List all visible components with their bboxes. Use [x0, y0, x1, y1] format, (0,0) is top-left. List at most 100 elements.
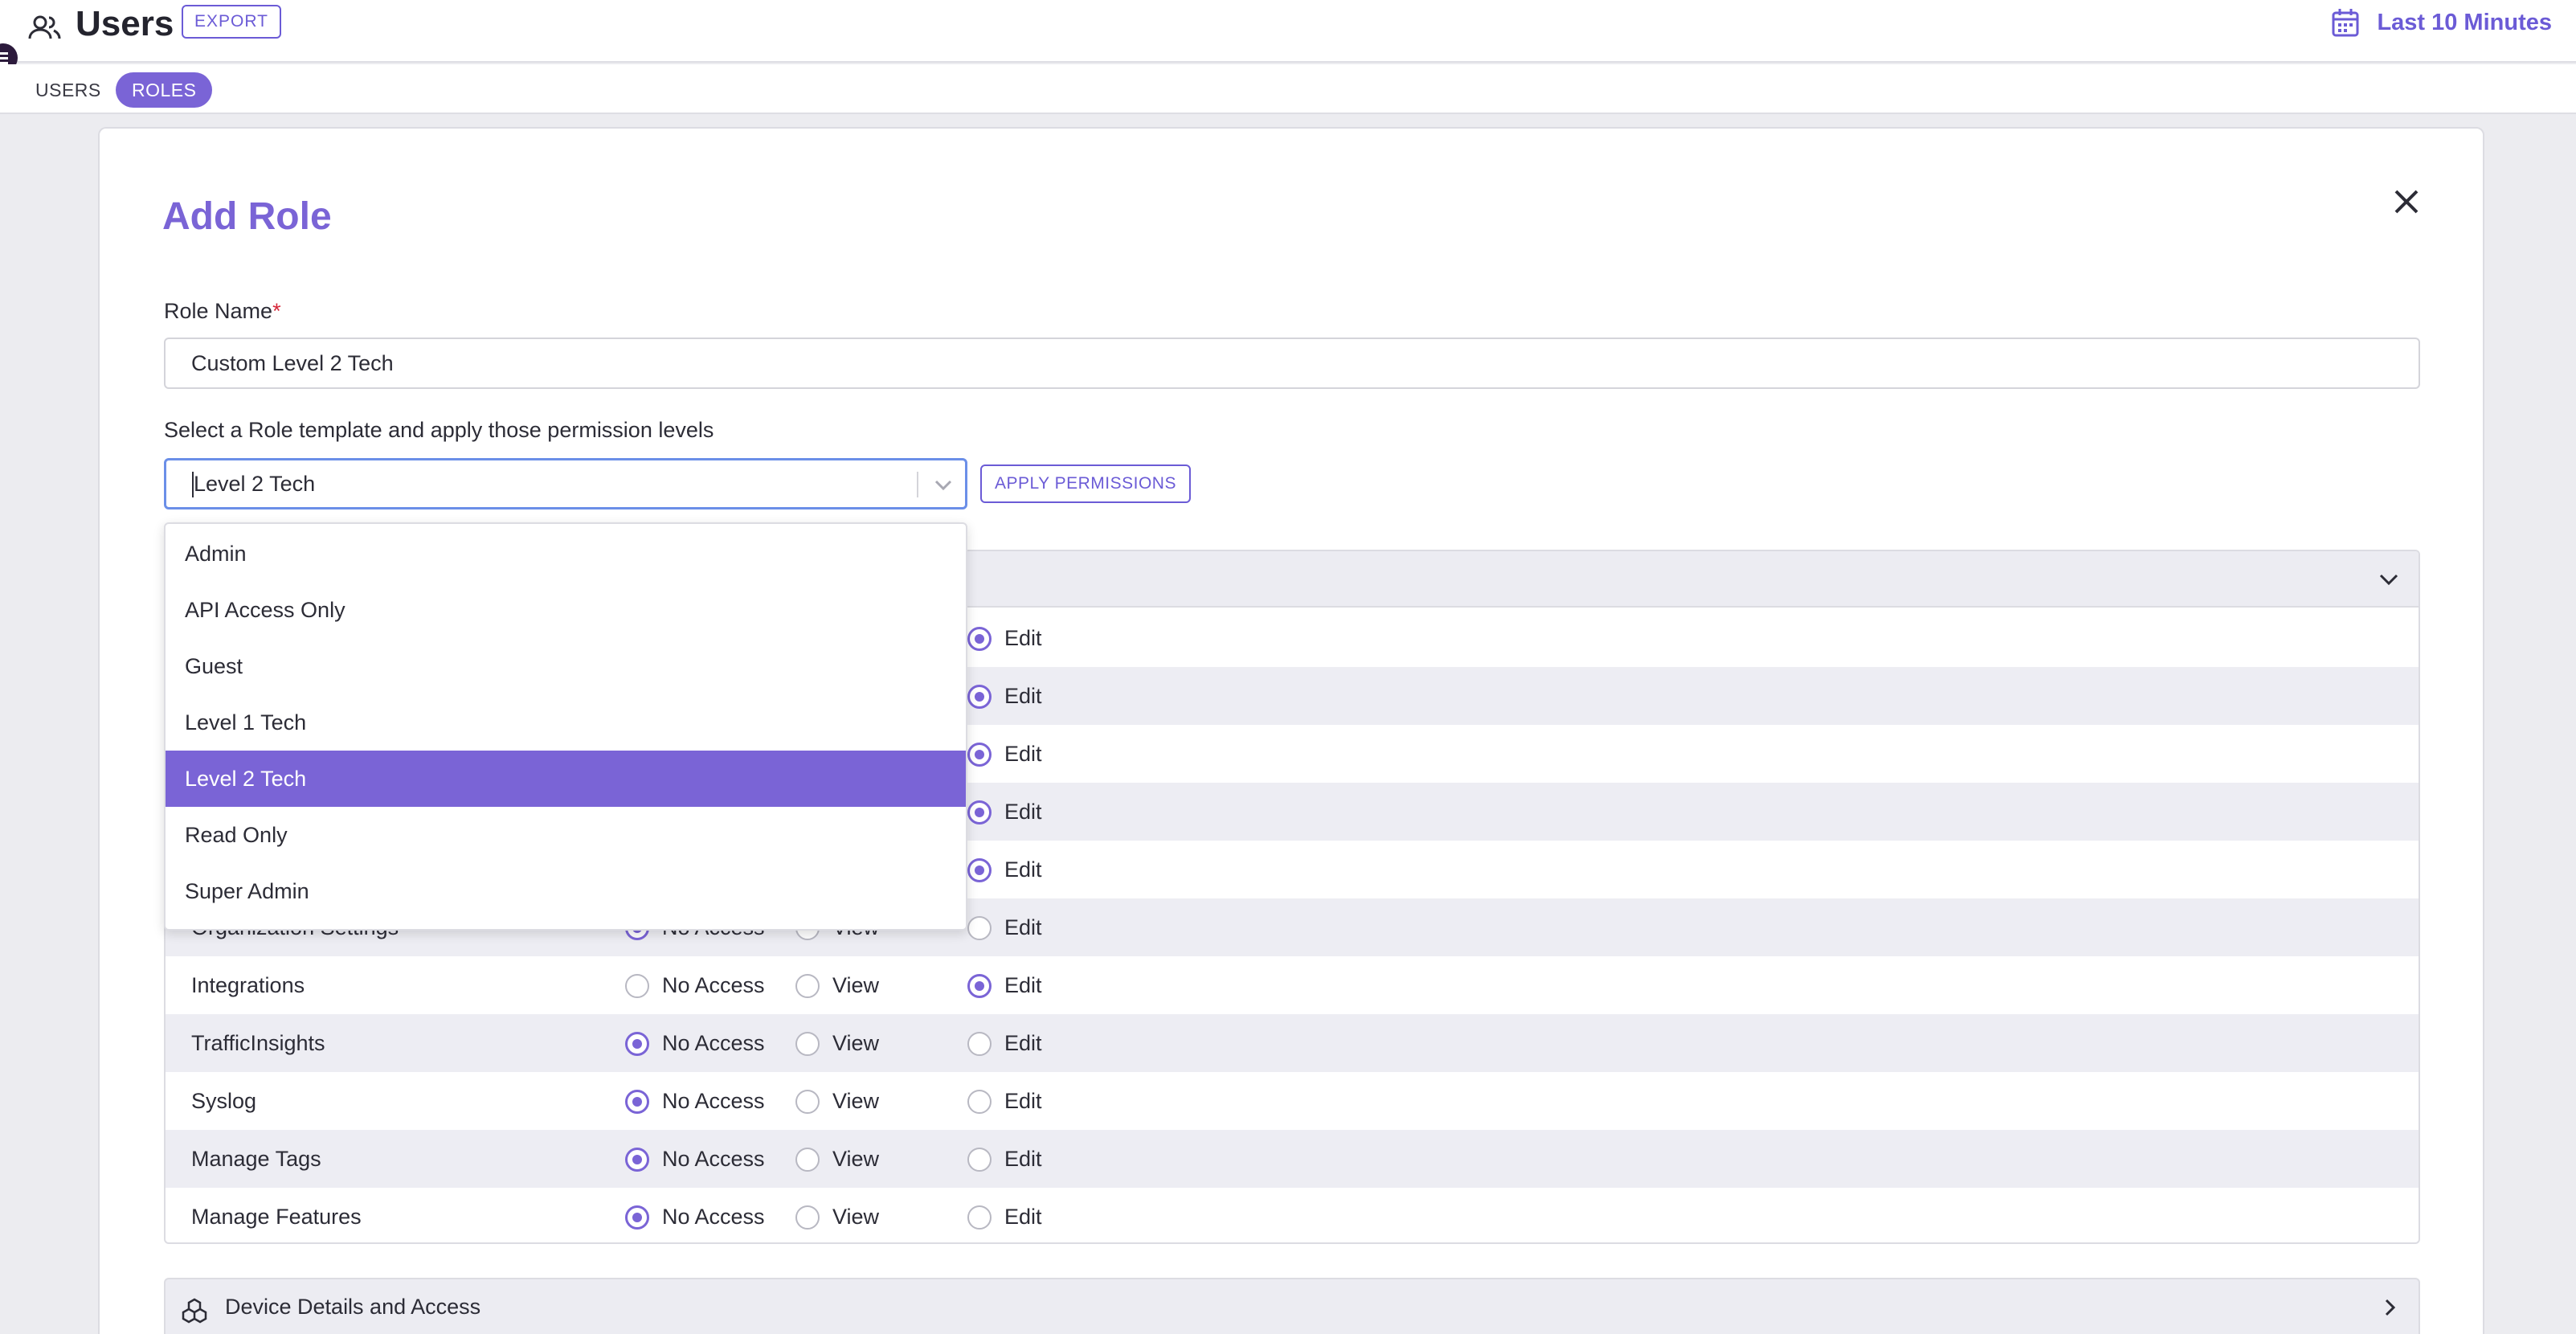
- permission-option-view[interactable]: View: [795, 1031, 879, 1056]
- radio-button[interactable]: [625, 1031, 649, 1056]
- radio-label: Edit: [1004, 973, 1042, 997]
- permission-option-view[interactable]: View: [795, 1089, 879, 1114]
- users-icon: [28, 15, 61, 39]
- radio-button[interactable]: [795, 1147, 820, 1172]
- radio-button[interactable]: [967, 626, 992, 651]
- dropdown-option[interactable]: Admin: [166, 526, 966, 582]
- radio-button[interactable]: [967, 684, 992, 709]
- time-range-label: Last 10 Minutes: [2377, 9, 2552, 35]
- radio-button[interactable]: [967, 857, 992, 882]
- radio-label: No Access: [662, 1089, 765, 1113]
- permission-option-edit[interactable]: Edit: [967, 1089, 1042, 1114]
- radio-button[interactable]: [967, 1031, 992, 1056]
- modal-title: Add Role: [162, 195, 332, 238]
- radio-label: View: [832, 1089, 880, 1113]
- dropdown-option[interactable]: Read Only: [166, 807, 966, 863]
- dropdown-option[interactable]: Level 2 Tech: [166, 751, 966, 807]
- radio-label: No Access: [662, 1147, 765, 1171]
- tab-users[interactable]: USERS: [19, 72, 117, 108]
- apply-permissions-button[interactable]: APPLY PERMISSIONS: [980, 464, 1191, 503]
- time-range-picker[interactable]: Last 10 Minutes: [2332, 5, 2552, 40]
- dropdown-option[interactable]: Super Admin: [166, 863, 966, 919]
- dropdown-option[interactable]: Level 1 Tech: [166, 694, 966, 751]
- permission-option-edit[interactable]: Edit: [967, 915, 1042, 940]
- permission-option-no-access[interactable]: No Access: [625, 1031, 765, 1056]
- radio-button[interactable]: [795, 1089, 820, 1114]
- dropdown-option[interactable]: Guest: [166, 638, 966, 694]
- permission-row: Syslog No Access View Edit: [166, 1072, 2419, 1130]
- radio-label: View: [832, 1205, 880, 1229]
- template-label: Select a Role template and apply those p…: [164, 418, 714, 442]
- radio-label: Edit: [1004, 1089, 1042, 1113]
- export-button[interactable]: EXPORT: [182, 5, 281, 39]
- role-template-dropdown: Admin API Access Only Guest Level 1 Tech Lev…: [164, 522, 967, 931]
- radio-button[interactable]: [625, 1205, 649, 1230]
- dropdown-option[interactable]: API Access Only: [166, 582, 966, 638]
- role-template-select[interactable]: Level 2 Tech: [164, 458, 967, 509]
- permission-option-no-access[interactable]: No Access: [625, 1147, 765, 1172]
- permission-option-edit[interactable]: Edit: [967, 742, 1042, 767]
- radio-label: Edit: [1004, 857, 1042, 882]
- permission-option-view[interactable]: View: [795, 973, 879, 998]
- permission-name: Syslog: [191, 1089, 257, 1113]
- permission-option-no-access[interactable]: No Access: [625, 973, 765, 998]
- permission-row: Manage Features No Access View Edit: [166, 1188, 2419, 1242]
- radio-button[interactable]: [967, 1089, 992, 1114]
- chevron-right-icon: [2385, 1299, 2396, 1316]
- radio-button[interactable]: [625, 973, 649, 998]
- permission-option-edit[interactable]: Edit: [967, 1031, 1042, 1056]
- radio-label: No Access: [662, 1031, 765, 1055]
- device-details-section[interactable]: Device Details and Access: [164, 1278, 2420, 1334]
- radio-label: View: [832, 1031, 880, 1055]
- permission-option-edit[interactable]: Edit: [967, 1205, 1042, 1230]
- permission-name: TrafficInsights: [191, 1031, 325, 1055]
- radio-label: Edit: [1004, 1205, 1042, 1229]
- radio-button[interactable]: [967, 800, 992, 825]
- radio-button[interactable]: [967, 742, 992, 767]
- permission-option-no-access[interactable]: No Access: [625, 1205, 765, 1230]
- permission-option-view[interactable]: View: [795, 1205, 879, 1230]
- role-template-value: Level 2 Tech: [194, 472, 316, 496]
- chevron-down-icon[interactable]: [931, 475, 955, 494]
- radio-label: View: [832, 973, 880, 997]
- device-details-title: Device Details and Access: [225, 1295, 481, 1319]
- radio-label: Edit: [1004, 800, 1042, 824]
- radio-button[interactable]: [795, 973, 820, 998]
- radio-button[interactable]: [967, 1147, 992, 1172]
- permission-option-edit[interactable]: Edit: [967, 800, 1042, 825]
- permission-option-edit[interactable]: Edit: [967, 684, 1042, 709]
- close-icon[interactable]: [2388, 183, 2425, 220]
- radio-label: No Access: [662, 1205, 765, 1229]
- permission-option-edit[interactable]: Edit: [967, 1147, 1042, 1172]
- devices-icon: [182, 1298, 207, 1324]
- page-header: Users EXPORT Last 10 Minutes: [0, 0, 2576, 63]
- radio-label: Edit: [1004, 742, 1042, 766]
- permission-option-view[interactable]: View: [795, 1147, 879, 1172]
- page-title: Users: [76, 4, 174, 43]
- radio-button[interactable]: [967, 1205, 992, 1230]
- select-divider: [917, 472, 918, 497]
- permission-name: Manage Tags: [191, 1147, 321, 1171]
- radio-label: View: [832, 1147, 880, 1171]
- permission-option-edit[interactable]: Edit: [967, 973, 1042, 998]
- radio-button[interactable]: [795, 1205, 820, 1230]
- radio-label: Edit: [1004, 1031, 1042, 1055]
- radio-button[interactable]: [795, 1031, 820, 1056]
- radio-button[interactable]: [625, 1089, 649, 1114]
- permission-option-edit[interactable]: Edit: [967, 626, 1042, 651]
- tab-bar: USERS ROLES: [0, 64, 2576, 114]
- radio-label: Edit: [1004, 684, 1042, 708]
- role-name-input[interactable]: [164, 338, 2420, 389]
- radio-label: Edit: [1004, 626, 1042, 650]
- radio-button[interactable]: [967, 915, 992, 940]
- radio-button[interactable]: [625, 1147, 649, 1172]
- permission-name: Integrations: [191, 973, 305, 997]
- permission-option-no-access[interactable]: No Access: [625, 1089, 765, 1114]
- radio-label: No Access: [662, 973, 765, 997]
- chevron-down-icon: [2379, 574, 2398, 586]
- tab-roles[interactable]: ROLES: [116, 72, 213, 108]
- permission-name: Manage Features: [191, 1205, 362, 1229]
- role-name-label: Role Name*: [164, 299, 281, 323]
- permission-option-edit[interactable]: Edit: [967, 857, 1042, 882]
- radio-button[interactable]: [967, 973, 992, 998]
